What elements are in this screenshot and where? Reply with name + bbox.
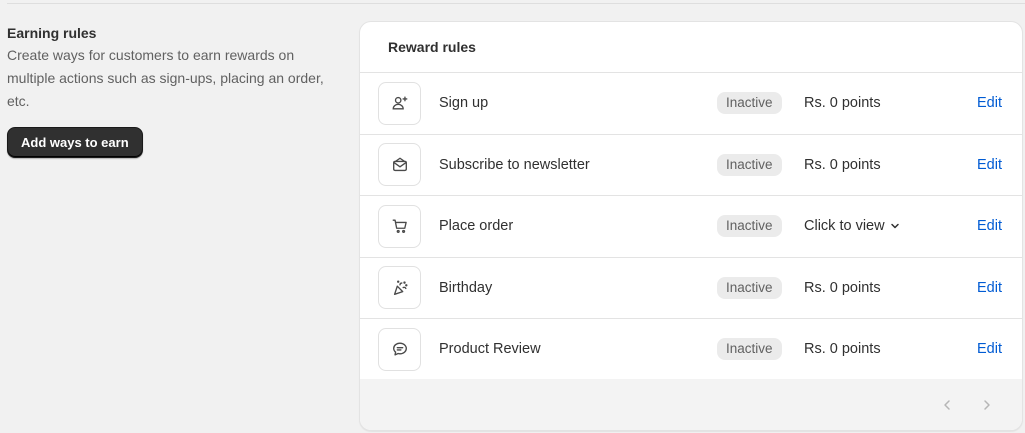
- section-description: Create ways for customers to earn reward…: [7, 47, 324, 109]
- rule-points: Rs. 0 points: [804, 341, 881, 358]
- add-ways-to-earn-button[interactable]: Add ways to earn: [7, 127, 143, 158]
- chat-bubble-icon: [378, 327, 421, 371]
- rule-row-place-order: Place order Inactive Click to view Edit: [360, 196, 1022, 258]
- status-badge: Inactive: [717, 92, 782, 115]
- person-add-icon: [378, 81, 421, 125]
- click-to-view-label: Click to view: [804, 218, 885, 235]
- rule-row-newsletter: Subscribe to newsletter Inactive Rs. 0 p…: [360, 135, 1022, 196]
- chevron-right-icon: [984, 400, 990, 410]
- rule-row-product-review: Product Review Inactive Rs. 0 points Edi…: [360, 319, 1022, 381]
- top-divider: [7, 3, 1025, 4]
- rule-row-birthday: Birthday Inactive Rs. 0 points Edit: [360, 258, 1022, 319]
- rule-points: Rs. 0 points: [804, 156, 881, 173]
- rule-name: Subscribe to newsletter: [439, 156, 590, 173]
- rule-name: Sign up: [439, 95, 489, 112]
- status-badge: Inactive: [717, 215, 782, 238]
- cart-icon: [378, 204, 421, 248]
- party-popper-icon: [378, 266, 421, 310]
- chevron-left-icon: [944, 400, 950, 410]
- edit-link[interactable]: Edit: [977, 95, 1002, 111]
- reward-rules-card: Reward rules Sign up Inactive Rs. 0 poin…: [359, 21, 1023, 431]
- rule-row-sign-up: Sign up Inactive Rs. 0 points Edit: [360, 73, 1022, 135]
- card-header: Reward rules: [360, 22, 1022, 73]
- next-page-button[interactable]: [977, 395, 997, 415]
- chevron-down-icon: [890, 224, 899, 229]
- rule-points: Rs. 0 points: [804, 95, 881, 112]
- edit-link[interactable]: Edit: [977, 218, 1002, 234]
- status-badge: Inactive: [717, 276, 782, 299]
- status-badge: Inactive: [717, 338, 782, 361]
- rule-name: Birthday: [439, 279, 493, 296]
- earning-rules-section: Earning rules Create ways for customers …: [7, 24, 347, 158]
- card-title: Reward rules: [388, 39, 476, 55]
- rule-points: Rs. 0 points: [804, 279, 881, 296]
- rule-name: Place order: [439, 218, 514, 235]
- rule-name: Product Review: [439, 341, 541, 358]
- edit-link[interactable]: Edit: [977, 280, 1002, 296]
- envelope-icon: [378, 143, 421, 187]
- pagination-footer: [360, 379, 1022, 430]
- section-title: Earning rules: [7, 25, 97, 41]
- edit-link[interactable]: Edit: [977, 157, 1002, 173]
- previous-page-button[interactable]: [937, 395, 957, 415]
- click-to-view-toggle[interactable]: Click to view: [804, 218, 901, 234]
- edit-link[interactable]: Edit: [977, 341, 1002, 357]
- status-badge: Inactive: [717, 153, 782, 176]
